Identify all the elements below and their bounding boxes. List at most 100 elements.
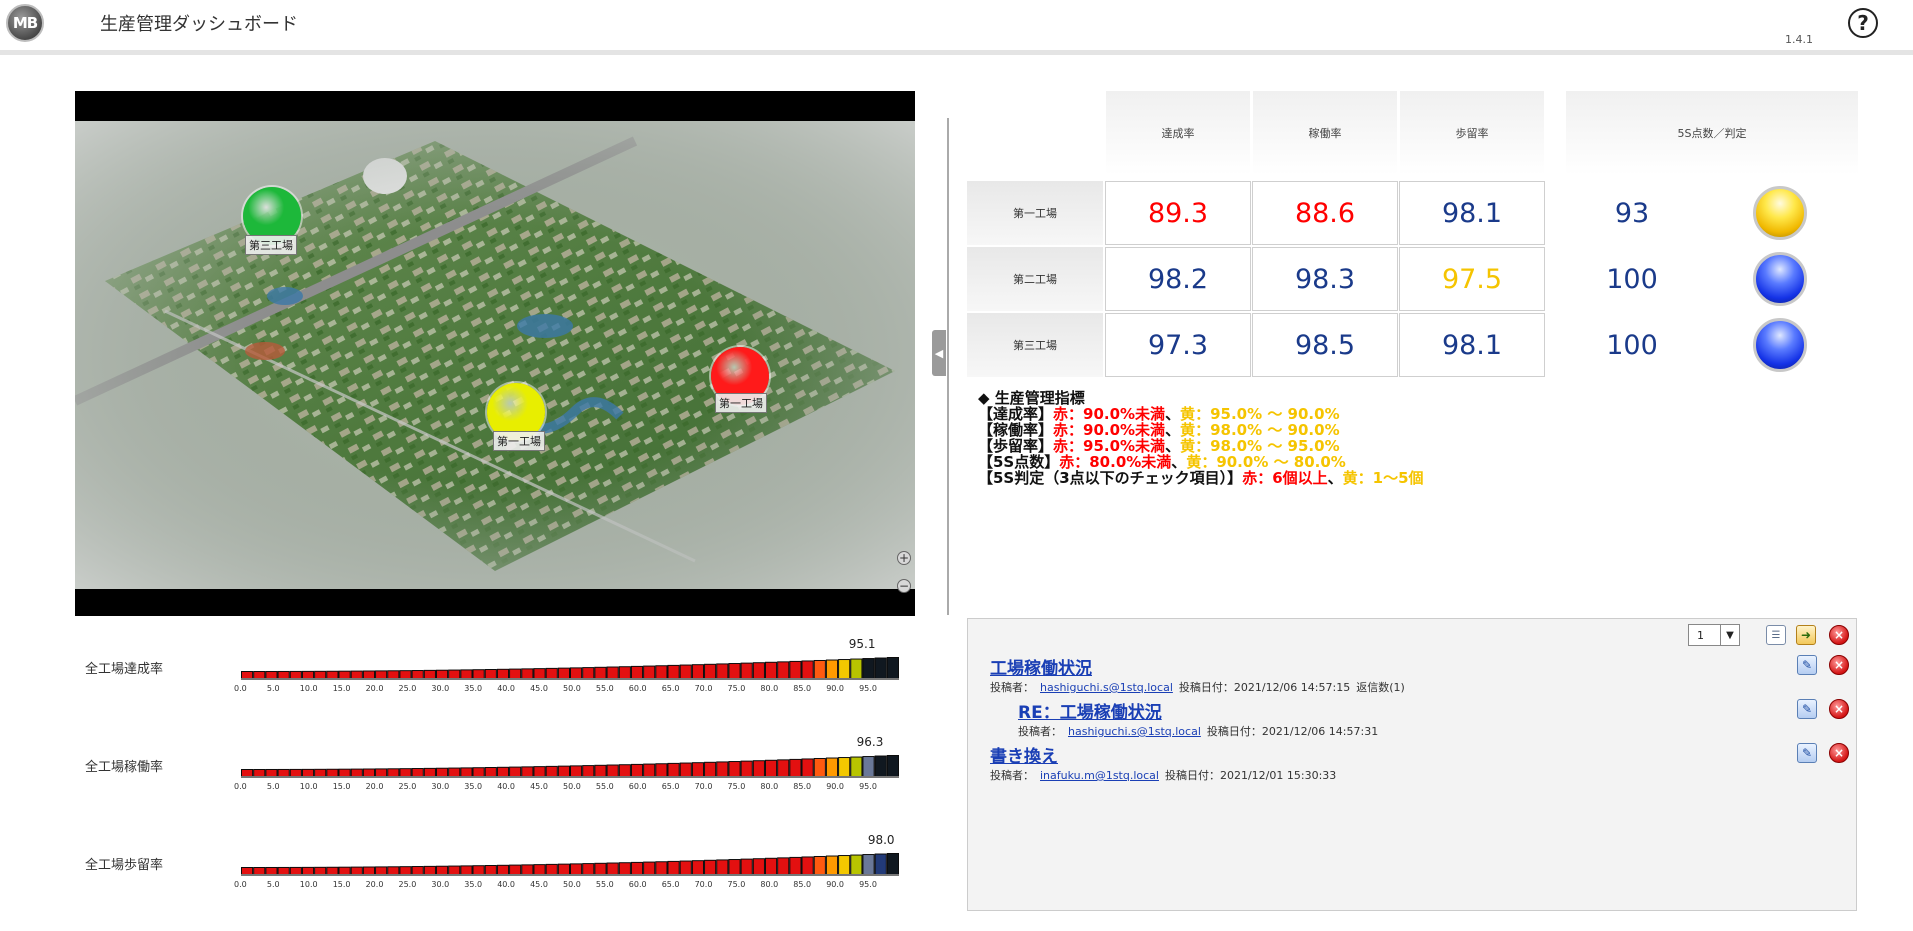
gauge-segment <box>839 856 850 874</box>
header-5s-score: 5S点数／判定 <box>1566 91 1858 175</box>
gauge-segment <box>522 767 533 776</box>
gauge-tick-label: 25.0 <box>398 684 417 693</box>
gauge-tick-label: 75.0 <box>727 782 746 791</box>
gauge-segment <box>729 860 740 874</box>
gauge-tick-label: 90.0 <box>826 782 844 791</box>
gauge-tick-labels: 0.0 5.0 10.0 15.0 20.0 25.0 30.0 35.0 40.0 45.0 50… <box>232 684 912 698</box>
gauge-tick-label: 65.0 <box>661 782 680 791</box>
export-icon[interactable]: ➜ <box>1796 625 1816 645</box>
gauge-segment <box>351 769 362 776</box>
gauge-tick-label: 50.0 <box>563 684 581 693</box>
header-yield-rate: 歩留率 <box>1400 91 1544 175</box>
delete-icon[interactable]: × <box>1829 743 1849 763</box>
gauge-tick-label: 10.0 <box>299 684 318 693</box>
gauge-segment <box>400 671 411 678</box>
gauge-segment <box>473 866 484 874</box>
gauge-segment <box>790 661 801 678</box>
app-header: MB 生産管理ダッシュボード 1.4.1 ? <box>0 0 1913 50</box>
poster-email-link[interactable]: hashiguchi.s@1stq.local <box>1068 725 1201 738</box>
kpi-value-cell: 98.3 <box>1252 247 1398 311</box>
gauge-segment <box>388 671 399 678</box>
gauge-segment <box>436 866 448 874</box>
gauge-segment <box>802 661 813 678</box>
row-header-factory: 第一工場 <box>967 181 1103 245</box>
gauge-segment <box>424 670 435 678</box>
delete-icon[interactable]: × <box>1829 699 1849 719</box>
gauge-tick-label: 35.0 <box>464 684 483 693</box>
header-achievement-rate: 達成率 <box>1106 91 1250 175</box>
edit-icon[interactable]: ✎ <box>1797 743 1817 763</box>
gauge-segment <box>631 862 643 874</box>
gauge-segment <box>339 867 350 874</box>
gauge-segment <box>497 767 509 776</box>
post-title-link[interactable]: 工場稼働状況 <box>990 654 1092 679</box>
gauge-tick-label: 55.0 <box>595 684 614 693</box>
post-title-link[interactable]: RE：工場稼働状況 <box>1018 698 1162 723</box>
chevron-down-icon[interactable]: ▼ <box>1720 625 1739 645</box>
app-logo: MB <box>6 4 44 42</box>
gauge-segment <box>412 671 423 678</box>
close-icon[interactable]: × <box>1829 625 1849 645</box>
poster-email-link[interactable]: hashiguchi.s@1stq.local <box>1040 681 1173 694</box>
collapse-panel-button[interactable]: ◀ <box>932 330 946 376</box>
gauge-tick-labels: 0.0 5.0 10.0 15.0 20.0 25.0 30.0 35.0 40.0 45.0 50… <box>232 782 912 796</box>
gauge-segment <box>753 761 764 776</box>
list-view-icon[interactable]: ☰ <box>1766 625 1786 645</box>
gauge-segment <box>680 763 691 776</box>
delete-icon[interactable]: × <box>1829 655 1849 675</box>
gauge-tick-label: 75.0 <box>727 684 746 693</box>
post-meta: 投稿者： hashiguchi.s@1stq.local 投稿日付：2021/12/… <box>1018 723 1384 739</box>
gauge-segment <box>863 757 874 776</box>
gauge-segment <box>315 769 326 776</box>
poster-label: 投稿者： <box>990 769 1034 782</box>
legend-line: 【5S点数】赤：80.0%未満、黄：90.0% 〜 80.0% <box>978 454 1424 470</box>
gauge-segment <box>729 664 740 678</box>
page-title: 生産管理ダッシュボード <box>100 14 298 35</box>
page-select[interactable]: 1 ▼ <box>1688 624 1740 646</box>
panel-splitter[interactable] <box>947 118 949 615</box>
yellow-judgement-icon <box>1753 186 1807 240</box>
gauge-segment <box>571 864 582 874</box>
gauge-tick-label: 15.0 <box>332 684 351 693</box>
gauge-segment <box>802 759 813 776</box>
gauge-segment <box>461 768 472 776</box>
factory-map[interactable]: + − 第三工場 第一工場 第一工場 <box>75 91 915 616</box>
kpi-value-cell: 89.3 <box>1105 181 1251 245</box>
header-operation-rate: 稼働率 <box>1253 91 1397 175</box>
question-circle-icon[interactable]: ? <box>1848 8 1878 38</box>
gauge-segment <box>302 867 314 874</box>
gauge-segment <box>668 665 679 678</box>
gauge-segment <box>290 671 301 678</box>
gauge-segment <box>644 862 655 874</box>
gauge-tick-label: 50.0 <box>563 782 581 791</box>
gauge-tick-labels: 0.0 5.0 10.0 15.0 20.0 25.0 30.0 35.0 40.0 45.0 50… <box>232 880 912 894</box>
gauge-segment <box>656 764 667 776</box>
zoom-out-button[interactable]: − <box>897 579 911 593</box>
campus-map-image <box>75 121 915 589</box>
gauge-tick-label: 95.0 <box>859 782 877 791</box>
5s-score-cell: 100 <box>1606 263 1658 295</box>
gauge-segment <box>619 667 630 678</box>
edit-icon[interactable]: ✎ <box>1797 699 1817 719</box>
gauge-segment <box>595 667 606 678</box>
gauge-value: 95.1 <box>848 637 876 651</box>
edit-icon[interactable]: ✎ <box>1797 655 1817 675</box>
gauge-segment <box>619 765 630 776</box>
gauge-label: 全工場歩留率 <box>85 858 164 873</box>
poster-email-link[interactable]: inafuku.m@1stq.local <box>1040 769 1159 782</box>
gauge-segment <box>522 669 533 678</box>
gauge-segment <box>778 662 789 678</box>
gauge-segment <box>753 663 764 678</box>
gauge-tick-label: 85.0 <box>793 684 812 693</box>
post-title-link[interactable]: 書き換え <box>990 742 1058 767</box>
gauge-segment <box>583 864 594 874</box>
gauge-segment <box>278 867 289 874</box>
gauge-segment <box>778 760 789 776</box>
post-date: 投稿日付：2021/12/01 15:30:33 <box>1164 769 1337 782</box>
gauge-segment <box>363 769 375 776</box>
gauge-segment <box>839 758 850 776</box>
zoom-in-button[interactable]: + <box>897 551 911 565</box>
gauge-segment <box>644 666 655 678</box>
legend-line: 【達成率】赤：90.0%未満、黄：95.0% 〜 90.0% <box>978 406 1424 422</box>
kpi-value-cell: 98.2 <box>1105 247 1251 311</box>
